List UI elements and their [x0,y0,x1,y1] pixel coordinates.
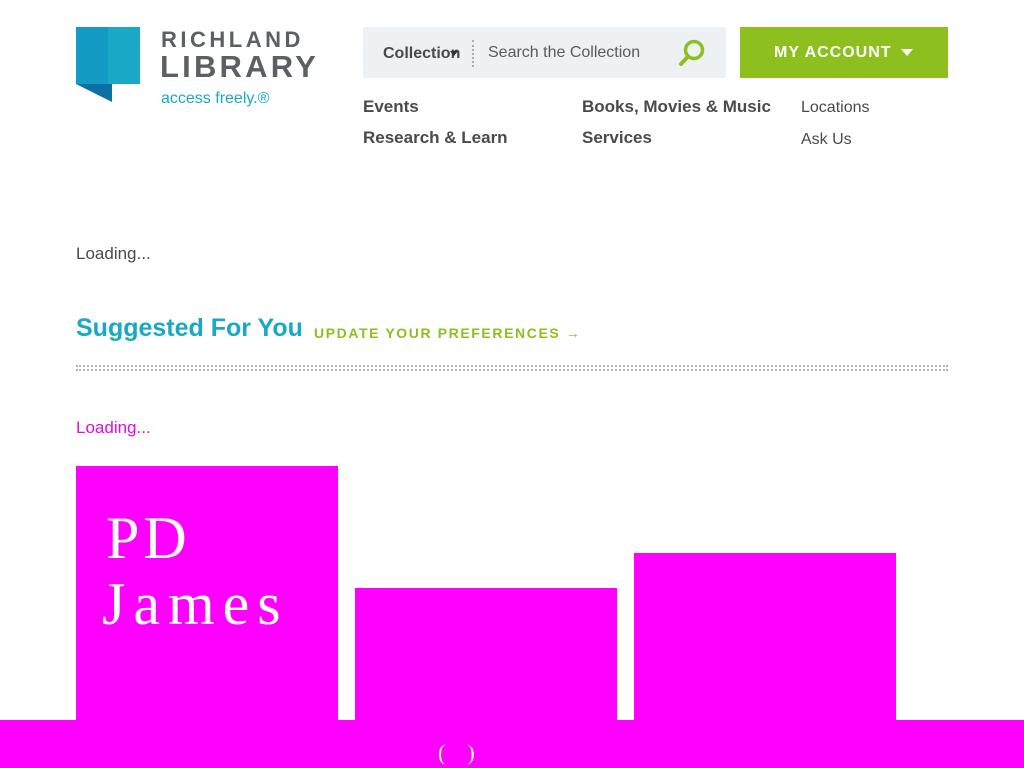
nav-link-books-movies-music[interactable]: Books, Movies & Music [582,97,771,117]
search-button[interactable] [676,37,708,69]
search-scope-label: Collection [383,45,461,62]
search-input[interactable] [488,39,668,67]
search-bar: Collection [363,27,726,78]
magnifier-icon [679,39,705,66]
bottom-banner: ( ) [0,720,1024,768]
nav-link-events[interactable]: Events [363,97,419,117]
book-cover-title-line2: James [102,571,289,637]
nav-link-ask-us[interactable]: Ask Us [801,131,852,149]
nav-link-research-learn[interactable]: Research & Learn [363,128,508,148]
suggested-section-title: Suggested For You [76,314,303,342]
decorative-glyph: ( ) [438,740,475,765]
book-cover-title-line1: PD [106,505,191,571]
my-account-label: MY ACCOUNT [774,44,892,61]
book-cover-2[interactable] [355,588,617,728]
caret-down-icon [450,51,458,56]
update-preferences-link[interactable]: UPDATE YOUR PREFERENCES → [314,325,581,341]
search-divider [472,40,474,67]
section-divider [76,365,948,371]
loading-indicator: Loading... [76,244,151,263]
logo-tagline: access freely.® [161,90,270,107]
my-account-button[interactable]: MY ACCOUNT [740,27,948,78]
nav-link-locations[interactable]: Locations [801,99,870,117]
book-cover-3[interactable] [634,553,896,728]
logo-wordmark-line2: LIBRARY [160,49,320,84]
nav-link-services[interactable]: Services [582,128,652,148]
caret-down-icon [901,49,913,56]
suggestions-loading-indicator: Loading... [76,418,151,437]
library-logo-mark-icon [76,27,140,102]
library-logo[interactable]: RICHLAND LIBRARY access freely.® [76,27,326,117]
book-cover-1[interactable]: PD James [76,466,338,726]
